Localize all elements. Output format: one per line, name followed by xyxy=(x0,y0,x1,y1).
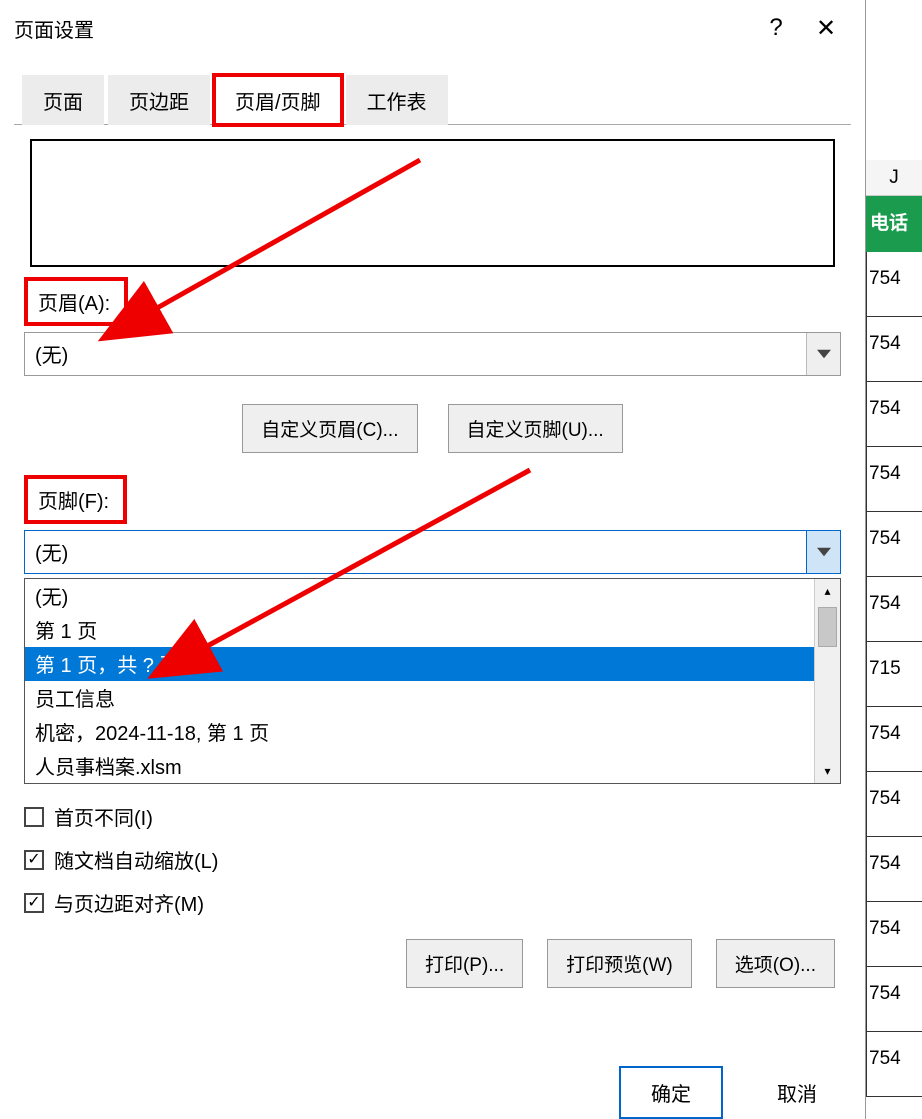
sheet-cell: 754 xyxy=(866,967,922,1032)
sheet-cell: 754 xyxy=(866,772,922,837)
sheet-cell: 754 xyxy=(866,577,922,642)
footer-label: 页脚(F): xyxy=(24,475,127,524)
scroll-up-icon[interactable]: ▴ xyxy=(815,579,840,603)
print-button[interactable]: 打印(P)... xyxy=(406,939,523,988)
sheet-cell: 715 xyxy=(866,642,922,707)
custom-header-button[interactable]: 自定义页眉(C)... xyxy=(242,404,417,453)
sheet-cell: 754 xyxy=(866,837,922,902)
sheet-cell: 754 xyxy=(866,317,922,382)
tab-sheet[interactable]: 工作表 xyxy=(346,75,448,125)
header-preview xyxy=(30,139,835,267)
options-button[interactable]: 选项(O)... xyxy=(716,939,835,988)
scrollbar[interactable]: ▴ ▾ xyxy=(814,579,840,783)
help-button[interactable]: ? xyxy=(751,8,801,48)
sheet-cell: 754 xyxy=(866,1032,922,1097)
checkbox-label: 随文档自动缩放(L) xyxy=(54,845,218,874)
checkbox-checked-icon: ✓ xyxy=(24,893,44,913)
checkbox-checked-icon: ✓ xyxy=(24,850,44,870)
sheet-cell: 754 xyxy=(866,707,922,772)
checkbox-icon xyxy=(24,807,44,827)
header-dropdown[interactable]: (无) xyxy=(24,332,841,376)
footer-options-list[interactable]: (无) 第 1 页 第 1 页，共 ? 页 员工信息 机密，2024-11-18… xyxy=(24,578,841,784)
footer-option[interactable]: 员工信息 xyxy=(25,681,840,715)
tab-page[interactable]: 页面 xyxy=(22,75,104,125)
align-margins-checkbox[interactable]: ✓ 与页边距对齐(M) xyxy=(24,888,841,917)
chevron-down-icon[interactable] xyxy=(806,531,840,573)
scale-with-doc-checkbox[interactable]: ✓ 随文档自动缩放(L) xyxy=(24,845,841,874)
sheet-cell: 754 xyxy=(866,902,922,967)
sheet-cell: 754 xyxy=(866,447,922,512)
footer-dropdown-value: (无) xyxy=(25,531,806,573)
header-label: 页眉(A): xyxy=(24,277,128,326)
page-setup-dialog: 页面设置 ? ✕ 页面 页边距 页眉/页脚 工作表 页眉(A): (无) 自定义… xyxy=(0,0,866,1119)
custom-footer-button[interactable]: 自定义页脚(U)... xyxy=(448,404,623,453)
titlebar: 页面设置 ? ✕ xyxy=(0,0,865,56)
spreadsheet-background: J 电话 754 754 754 754 754 754 715 754 754… xyxy=(866,0,922,1119)
column-header: 电话 xyxy=(866,196,922,252)
cancel-button[interactable]: 取消 xyxy=(757,1066,837,1119)
footer-option[interactable]: 第 1 页 xyxy=(25,613,840,647)
footer-option[interactable]: 机密，2024-11-18, 第 1 页 xyxy=(25,715,840,749)
checkbox-label: 首页不同(I) xyxy=(54,802,153,831)
chevron-down-icon[interactable] xyxy=(806,333,840,375)
header-dropdown-value: (无) xyxy=(25,333,806,375)
footer-dropdown[interactable]: (无) xyxy=(24,530,841,574)
close-button[interactable]: ✕ xyxy=(801,8,851,48)
tab-header-footer[interactable]: 页眉/页脚 xyxy=(214,75,342,125)
checkbox-label: 与页边距对齐(M) xyxy=(54,888,204,917)
column-letter: J xyxy=(866,160,922,196)
scroll-down-icon[interactable]: ▾ xyxy=(815,759,840,783)
scroll-thumb[interactable] xyxy=(818,607,837,647)
ok-button[interactable]: 确定 xyxy=(619,1066,723,1119)
sheet-cell: 754 xyxy=(866,512,922,577)
footer-option[interactable]: 人员事档案.xlsm xyxy=(25,749,840,783)
first-page-different-checkbox[interactable]: 首页不同(I) xyxy=(24,802,841,831)
sheet-cell: 754 xyxy=(866,252,922,317)
print-preview-button[interactable]: 打印预览(W) xyxy=(547,939,692,988)
sheet-cell: 754 xyxy=(866,382,922,447)
footer-option[interactable]: (无) xyxy=(25,579,840,613)
dialog-title: 页面设置 xyxy=(14,14,751,43)
footer-option-selected[interactable]: 第 1 页，共 ? 页 xyxy=(25,647,840,681)
tab-margins[interactable]: 页边距 xyxy=(108,75,210,125)
tab-bar: 页面 页边距 页眉/页脚 工作表 xyxy=(22,74,865,124)
